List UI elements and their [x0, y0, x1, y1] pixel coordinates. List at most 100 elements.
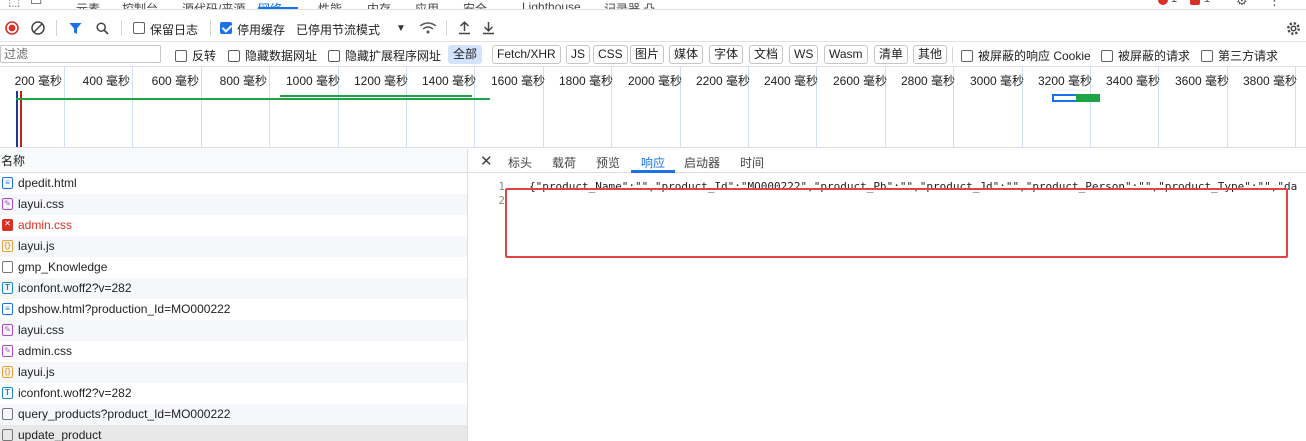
type-filter-other[interactable]: 其他 — [913, 45, 948, 64]
preserve-log-checkbox[interactable] — [132, 20, 146, 36]
invert-checkbox[interactable]: 反转 — [175, 47, 216, 64]
tab-sources[interactable]: 源代码/来源 — [182, 0, 245, 9]
type-filter-css[interactable]: CSS — [593, 45, 628, 64]
filter-toggle-button[interactable] — [67, 20, 83, 36]
third-party-requests-checkbox[interactable]: 第三方请求 — [1201, 47, 1278, 64]
type-filter-all[interactable]: 全部 — [448, 45, 483, 64]
settings-icon[interactable]: ⚙ — [1236, 0, 1248, 9]
request-row[interactable]: ≡ dpedit.html — [0, 173, 467, 194]
error-icon: ✕ — [2, 219, 13, 231]
hide-data-urls-checkbox[interactable]: 隐藏数据网址 — [228, 47, 317, 64]
type-filter-doc[interactable]: 文档 — [749, 45, 784, 64]
tab-lighthouse[interactable]: Lighthouse — [522, 0, 581, 9]
detail-tabs: ✕ 标头 载荷 预览 响应 启动器 时间 — [469, 149, 1306, 173]
tab-security[interactable]: 安全 — [463, 0, 487, 9]
type-filter-manifest[interactable]: 清单 — [874, 45, 909, 64]
request-row[interactable]: ✕ admin.css — [0, 215, 467, 236]
record-button[interactable] — [4, 20, 20, 36]
search-icon — [95, 21, 109, 35]
timeline-overview[interactable]: 200 毫秒 400 毫秒 600 毫秒 800 毫秒 1000 毫秒 1200 毫秒 14… — [0, 67, 1306, 148]
name-column-header[interactable]: 名称 — [0, 149, 467, 173]
throttling-select[interactable]: 已停用节流模式 — [296, 21, 380, 38]
request-name: dpshow.html?production_Id=MO000222 — [18, 302, 231, 316]
timeline-tick-label: 3800 毫秒 — [1243, 74, 1298, 88]
tab-timing[interactable]: 时间 — [740, 154, 764, 171]
request-row[interactable]: query_products?product_Id=MO000222 — [0, 404, 467, 425]
active-tab-underline — [258, 7, 298, 9]
request-row[interactable]: gmp_Knowledge — [0, 257, 467, 278]
network-settings-button[interactable] — [1284, 20, 1302, 36]
download-icon — [482, 22, 494, 35]
inspect-element-icon[interactable]: ⬚ — [8, 0, 20, 9]
wifi-settings-icon — [419, 22, 437, 34]
type-filter-media[interactable]: 媒体 — [669, 45, 704, 64]
request-row[interactable]: ≡ dpshow.html?production_Id=MO000222 — [0, 299, 467, 320]
clear-button[interactable] — [30, 20, 46, 36]
timeline-gridline — [64, 67, 65, 148]
chevron-down-icon[interactable]: ▼ — [394, 20, 408, 36]
request-row[interactable]: {} layui.js — [0, 236, 467, 257]
type-filter-font[interactable]: 字体 — [709, 45, 744, 64]
blocked-response-cookies-checkbox[interactable]: 被屏蔽的响应 Cookie — [961, 47, 1091, 64]
type-filter-wasm[interactable]: Wasm — [824, 45, 868, 64]
tab-console[interactable]: 控制台 — [122, 0, 158, 9]
device-toolbar-icon[interactable]: ▭ — [30, 0, 42, 9]
request-row[interactable]: update_product — [0, 425, 467, 441]
type-filter-fetch-xhr[interactable]: Fetch/XHR — [492, 45, 561, 64]
disable-cache-checkbox[interactable] — [219, 20, 233, 36]
request-row[interactable]: ✎ layui.css — [0, 320, 467, 341]
clear-icon — [31, 21, 45, 35]
tab-payload[interactable]: 载荷 — [552, 154, 576, 171]
timeline-gridline — [269, 67, 270, 148]
request-row[interactable]: ✎ layui.css — [0, 194, 467, 215]
import-har-button[interactable] — [456, 20, 472, 36]
response-body[interactable]: 1 2 {"product_Name":"","product_Id":"MO0… — [469, 174, 1306, 441]
font-icon: T — [2, 387, 13, 399]
issues-count[interactable]: 1 — [1204, 0, 1210, 5]
tab-elements[interactable]: 元素 — [76, 0, 100, 9]
timeline-gridline — [132, 67, 133, 148]
network-conditions-button[interactable] — [419, 20, 437, 36]
tab-initiator[interactable]: 启动器 — [684, 154, 720, 171]
timeline-tick-label: 800 毫秒 — [219, 74, 267, 88]
hide-extension-urls-checkbox[interactable]: 隐藏扩展程序网址 — [328, 47, 441, 64]
tab-response[interactable]: 响应 — [641, 154, 665, 171]
export-har-button[interactable] — [480, 20, 496, 36]
request-row[interactable]: Ticonfont.woff2?v=282 — [0, 383, 467, 404]
type-filter-ws[interactable]: WS — [789, 45, 819, 64]
tab-preview[interactable]: 预览 — [596, 154, 620, 171]
invert-label: 反转 — [192, 49, 217, 63]
error-count[interactable]: 1 — [1171, 0, 1177, 5]
document-icon: ≡ — [2, 177, 13, 189]
request-name: gmp_Knowledge — [18, 260, 108, 274]
request-row[interactable]: ✎ admin.css — [0, 341, 467, 362]
request-row[interactable]: {} layui.js — [0, 362, 467, 383]
record-icon — [5, 21, 19, 35]
more-options-icon[interactable]: ⋮ — [1268, 0, 1281, 9]
request-name: layui.js — [18, 239, 55, 253]
timeline-tick-label: 1800 毫秒 — [559, 74, 614, 88]
stylesheet-icon: ✎ — [2, 198, 13, 210]
filter-input[interactable] — [0, 45, 161, 63]
blocked-requests-checkbox[interactable]: 被屏蔽的请求 — [1101, 47, 1190, 64]
close-icon[interactable]: ✕ — [480, 152, 493, 170]
document-icon: ≡ — [2, 303, 13, 315]
timeline-gridline — [201, 67, 202, 148]
tab-recorder[interactable]: 记录器 凸 — [604, 0, 655, 9]
request-name: admin.css — [18, 344, 73, 358]
tab-memory[interactable]: 内存 — [367, 0, 391, 9]
timeline-tick-label: 2000 毫秒 — [628, 74, 683, 88]
search-button[interactable] — [94, 20, 110, 36]
tab-application[interactable]: 应用 — [415, 0, 439, 9]
type-filter-js[interactable]: JS — [566, 45, 591, 64]
tab-performance[interactable]: 性能 — [318, 0, 342, 9]
timeline-tick-label: 1200 毫秒 — [354, 74, 409, 88]
hide-extension-urls-label: 隐藏扩展程序网址 — [345, 49, 442, 63]
timeline-tick-label: 3400 毫秒 — [1106, 74, 1161, 88]
issues-icon[interactable] — [1190, 0, 1200, 5]
type-filter-img[interactable]: 图片 — [630, 45, 665, 64]
request-row[interactable]: Ticonfont.woff2?v=282 — [0, 278, 467, 299]
plain-file-icon — [2, 429, 13, 441]
error-icon[interactable] — [1158, 0, 1168, 5]
tab-headers[interactable]: 标头 — [508, 154, 532, 171]
